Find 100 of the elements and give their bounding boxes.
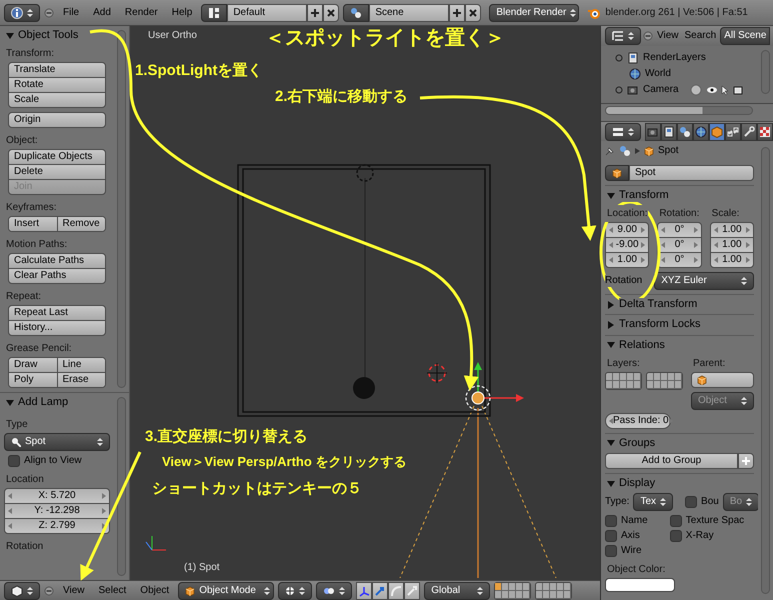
properties-tab[interactable] [725,122,741,140]
checkbox[interactable] [685,496,698,508]
number-field[interactable]: 1.00 [710,222,754,238]
number-field[interactable]: 1.00 [605,252,650,268]
display-mode-dropdown[interactable]: All Scene [720,27,770,45]
layer-grid[interactable] [494,582,532,600]
tool-button[interactable]: History... [8,320,106,336]
properties-tab[interactable] [709,122,725,140]
delete-button[interactable] [323,4,340,22]
checkbox[interactable] [670,530,682,542]
tool-button[interactable]: Calculate Paths [8,253,106,270]
add-to-group-button[interactable]: Add to Group [605,452,738,469]
tool-button[interactable]: Remove [56,217,105,232]
tool-button[interactable]: Rotate [8,77,106,94]
scroll-bar[interactable] [117,397,126,576]
tool-button[interactable]: Origin [8,112,106,128]
display-type-dropdown[interactable]: Tex [633,493,674,512]
parent-field[interactable] [691,372,754,388]
rotation-mode-dropdown[interactable]: XYZ Euler [654,272,754,290]
menu-item[interactable]: Select [94,584,132,596]
panel-title[interactable]: Display [619,476,656,490]
name-field[interactable]: Default [227,4,308,22]
properties-tab[interactable] [645,122,661,140]
number-field[interactable]: 9.00 [605,222,650,238]
outliner-item[interactable]: World [645,68,671,80]
orientation-dropdown[interactable]: Global [424,582,490,600]
panel-title[interactable]: Add Lamp [18,396,68,410]
menu-item[interactable]: Render [120,6,163,18]
type-dropdown[interactable]: Spot [4,433,110,452]
manipulator-toggle[interactable] [388,582,404,600]
number-field[interactable]: -9.00 [605,237,650,254]
tool-button[interactable]: Clear Paths [8,268,106,284]
panel-title[interactable]: Groups [619,436,656,450]
mode-dropdown[interactable]: Object Mode [178,582,274,600]
layer-grid[interactable] [646,372,683,390]
menu-item[interactable]: Help [166,6,198,18]
panel-title[interactable]: Transform [619,189,669,202]
name-field[interactable]: Spot [629,165,754,181]
menu-item[interactable]: View [58,584,90,596]
tool-button[interactable]: Duplicate Objects [8,149,106,166]
tool-button[interactable]: Repeat Last [8,305,106,322]
panel-title[interactable]: Object Tools [18,29,78,42]
manipulator-axes-icon [358,584,370,596]
cube-icon [11,584,23,596]
scroll-bar[interactable] [761,50,770,94]
layer-grid[interactable] [605,372,642,390]
render-engine-dropdown[interactable]: Blender Render [489,4,580,22]
shading-dropdown[interactable] [278,582,312,600]
number-field[interactable]: 1.00 [710,237,754,254]
menu-item[interactable]: Add [88,6,116,18]
tool-button[interactable]: Scale [8,92,106,108]
properties-tab[interactable] [757,122,773,140]
manipulator-toggle[interactable] [372,582,388,600]
editor-type-button[interactable] [4,582,40,600]
properties-tab[interactable] [741,122,757,140]
number-field[interactable]: 1.00 [710,252,754,268]
checkbox[interactable] [605,530,617,542]
add-button[interactable] [307,4,324,22]
number-field[interactable]: 0° [657,252,702,268]
layer-grid[interactable] [535,582,572,600]
updown-arrows-icon [660,497,666,508]
checkbox[interactable] [605,545,617,558]
checkbox[interactable] [8,455,20,468]
editor-type-button[interactable] [4,4,40,22]
delete-button[interactable] [465,4,482,22]
color-swatch[interactable] [605,578,675,592]
properties-tab[interactable] [661,122,677,140]
editor-type-button[interactable] [605,27,641,45]
number-field[interactable]: Z: 2.799 [4,518,110,534]
browse-button[interactable] [343,4,370,22]
scroll-bar[interactable] [761,147,770,594]
manipulator-toggle[interactable] [404,582,420,600]
tool-button[interactable]: Translate [8,62,106,78]
tool-button[interactable]: Line [56,358,105,372]
editor-type-button[interactable] [605,122,641,140]
menu-item[interactable]: View [655,30,680,42]
checkbox[interactable] [605,515,617,528]
properties-tab[interactable] [677,122,693,140]
number-field[interactable]: X: 5.720 [4,488,110,504]
number-field[interactable]: 0° [657,222,702,238]
browse-button[interactable] [201,4,228,22]
add-button[interactable] [449,4,466,22]
name-field[interactable]: Scene [369,4,450,22]
scroll-bar[interactable] [117,30,126,388]
outliner-item[interactable]: RenderLayers [643,52,706,64]
tool-button[interactable]: Erase [56,373,105,388]
breadcrumb-item[interactable]: Spot [658,145,679,157]
properties-tab[interactable] [693,122,709,140]
pivot-dropdown[interactable] [316,582,352,600]
menu-item[interactable]: Search [682,30,718,42]
tool-button[interactable]: Delete [8,164,106,180]
outliner-item[interactable]: Camera [643,84,679,96]
horizontal-scroll-bar[interactable] [605,106,753,115]
menu-item[interactable]: File [58,6,84,18]
number-field[interactable]: Y: -12.298 [4,503,110,520]
number-field[interactable]: Pass Inde: 0 [605,412,671,429]
menu-item[interactable]: Object [135,584,174,596]
add-button[interactable] [738,452,754,469]
manipulator-toggle[interactable] [356,582,372,600]
checkbox[interactable] [670,515,682,528]
